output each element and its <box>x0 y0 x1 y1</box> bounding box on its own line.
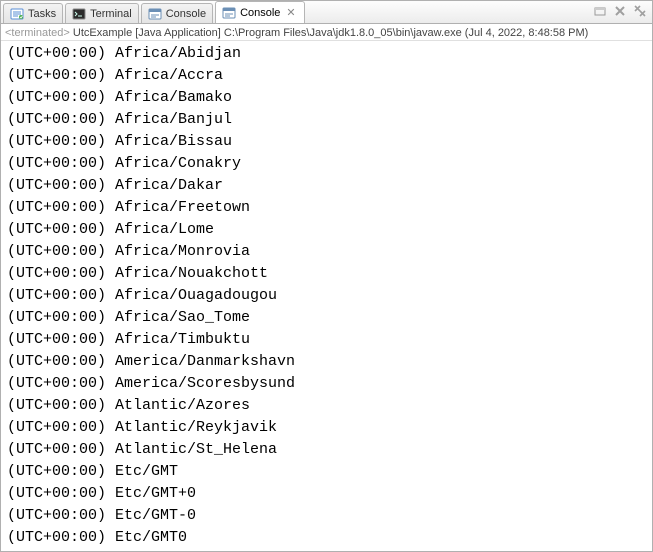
view-tabbar: Tasks Terminal Console Console ✕ <box>1 1 652 24</box>
launch-description: UtcExample [Java Application] C:\Program… <box>73 27 588 39</box>
tab-console-1[interactable]: Console <box>141 3 213 23</box>
tab-label: Tasks <box>28 8 56 20</box>
tabbar-tools <box>592 3 648 19</box>
remove-launch-icon[interactable] <box>612 3 628 19</box>
console-icon <box>222 6 236 20</box>
console-output: (UTC+00:00) Africa/Abidjan (UTC+00:00) A… <box>1 41 652 551</box>
console-status-line: <terminated> UtcExample [Java Applicatio… <box>1 24 652 41</box>
remove-all-icon[interactable] <box>632 3 648 19</box>
terminated-label: <terminated> <box>5 27 70 39</box>
console-icon <box>148 7 162 21</box>
terminal-icon <box>72 7 86 21</box>
tab-tasks[interactable]: Tasks <box>3 3 63 23</box>
minimize-icon[interactable] <box>592 3 608 19</box>
close-icon[interactable]: ✕ <box>284 6 297 19</box>
tasks-icon <box>10 7 24 21</box>
tab-label: Console <box>240 7 280 19</box>
tab-label: Console <box>166 8 206 20</box>
tab-terminal[interactable]: Terminal <box>65 3 139 23</box>
tab-label: Terminal <box>90 8 132 20</box>
tab-console-active[interactable]: Console ✕ <box>215 1 305 23</box>
